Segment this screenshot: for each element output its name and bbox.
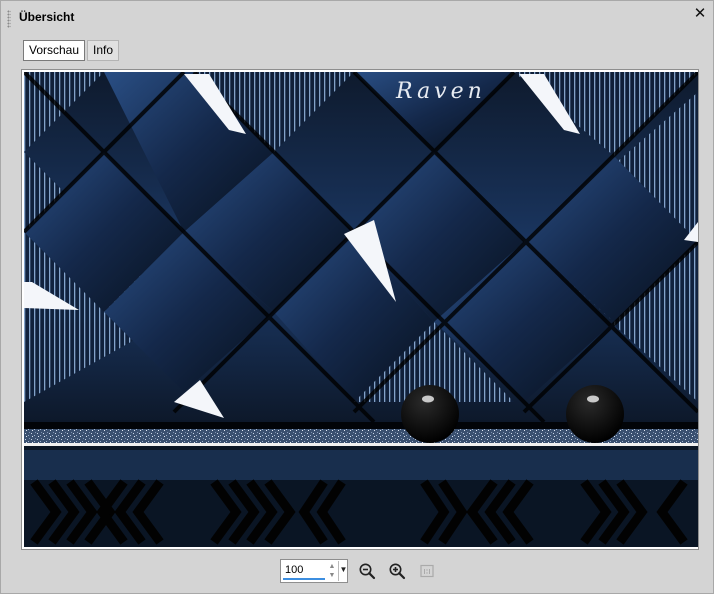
zoom-spinner[interactable]: ▲ ▼ [327,562,337,580]
zoom-level-value[interactable]: 100 [285,564,303,576]
preview-image: Raven [24,72,698,547]
zoom-out-icon[interactable] [358,562,376,580]
spin-up-icon[interactable]: ▲ [327,562,337,571]
zoom-in-icon[interactable] [388,562,406,580]
preview-artwork: Raven [24,72,698,547]
close-icon[interactable]: ✕ [693,6,707,21]
chevron-down-icon[interactable]: ▼ [338,561,348,581]
zoom-level-input[interactable]: 100 ▲ ▼ ▼ [280,559,348,583]
overview-panel: Übersicht ✕ Vorschau Info Raven 100 ▲ ▼ … [0,0,714,594]
zoom-level-underline [283,578,325,580]
drag-grip-icon[interactable] [7,10,11,28]
tab-vorschau[interactable]: Vorschau [23,40,86,61]
preview-viewport[interactable]: Raven [21,69,699,550]
tab-info[interactable]: Info [87,40,120,61]
spin-down-icon[interactable]: ▼ [327,571,337,580]
actual-size-icon[interactable] [418,562,436,580]
panel-title: Übersicht [19,10,75,24]
preview-watermark: Raven [395,79,486,104]
